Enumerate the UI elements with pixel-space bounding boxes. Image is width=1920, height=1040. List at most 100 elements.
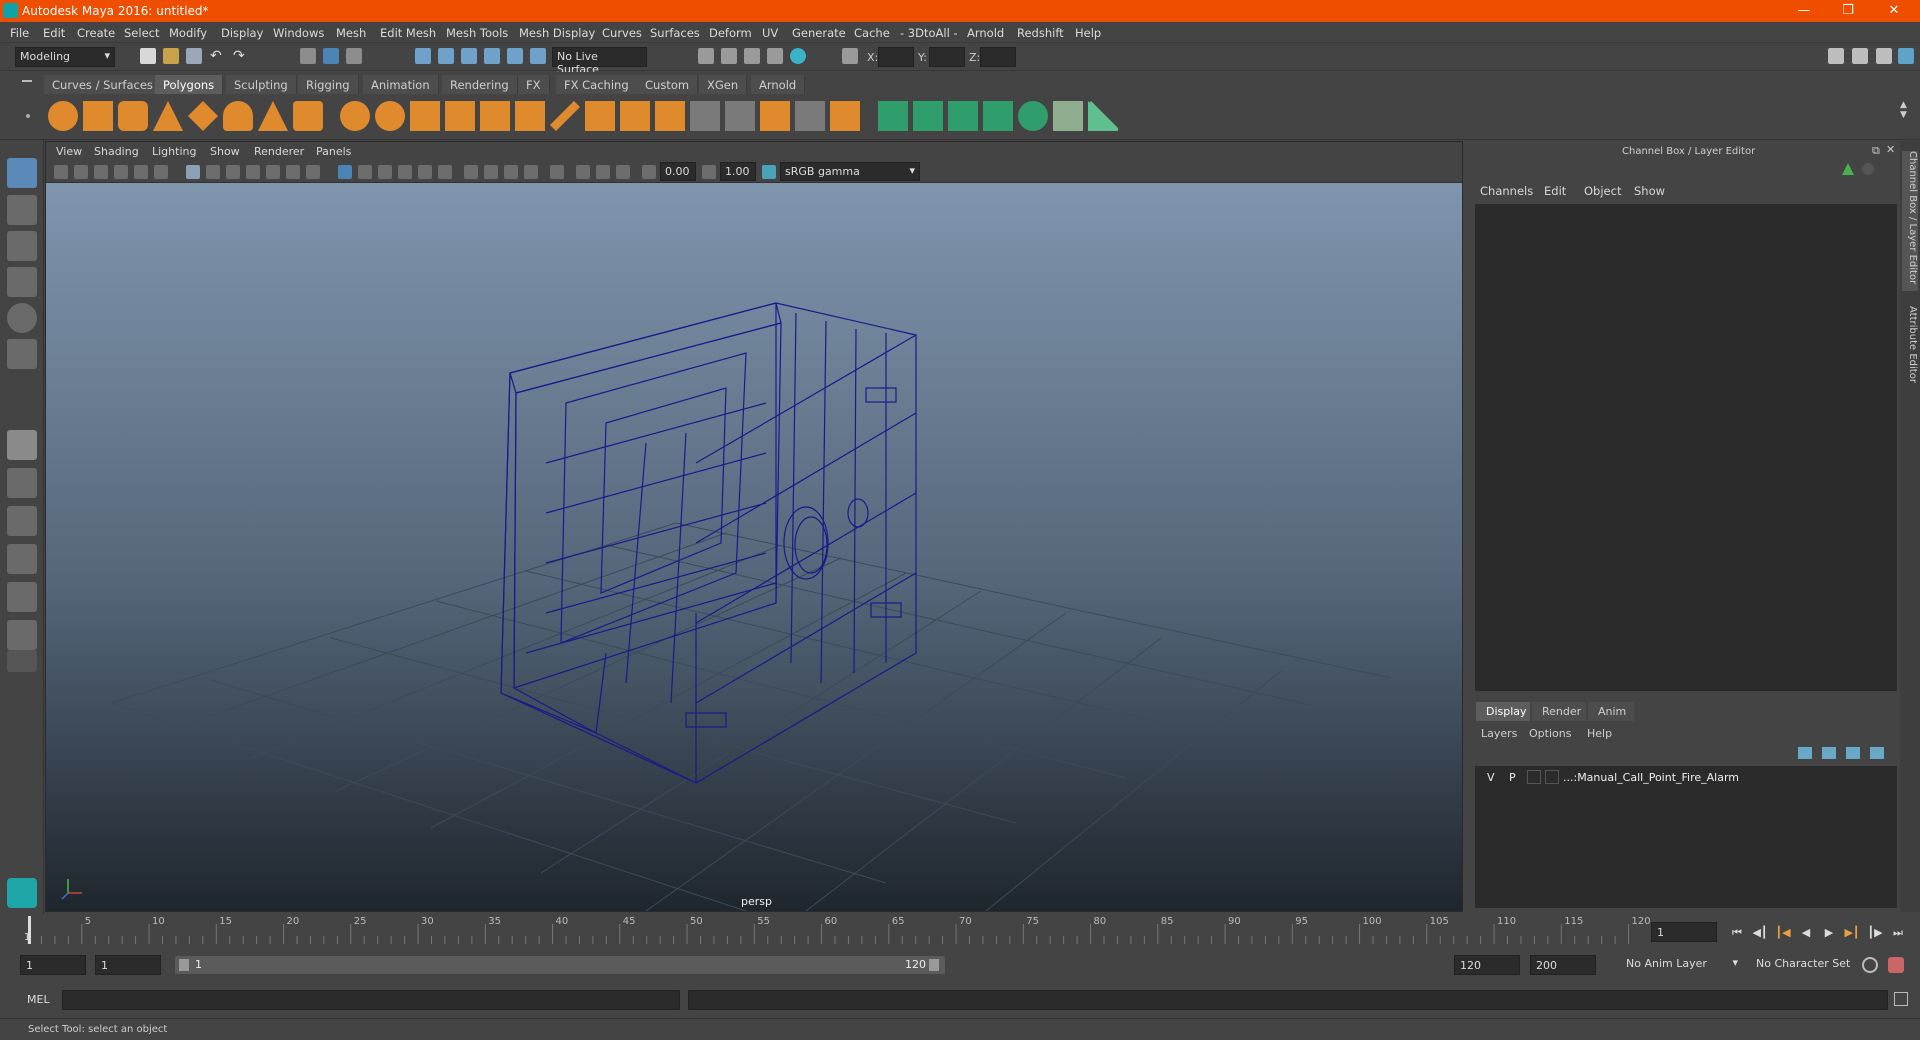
character-set-dropdown[interactable]: No Character Set xyxy=(1752,955,1872,975)
channel-box-settings-icon[interactable] xyxy=(1862,163,1874,175)
playback-end-field[interactable]: 120 xyxy=(1454,955,1520,975)
shelf-gear-icon[interactable] xyxy=(26,114,30,118)
four-view-layout-icon[interactable] xyxy=(7,468,37,498)
move-tool-icon[interactable] xyxy=(7,267,37,297)
uv-editor-icon[interactable] xyxy=(1053,101,1083,131)
menu-3dtoall[interactable]: - 3DtoAll - xyxy=(900,26,958,40)
depth-of-field-icon[interactable] xyxy=(524,165,538,179)
layer-tab-display[interactable]: Display xyxy=(1476,702,1530,721)
select-camera-icon[interactable] xyxy=(54,165,68,179)
grease-pencil-icon[interactable] xyxy=(154,165,168,179)
toolbox-collapse-button[interactable] xyxy=(7,650,37,672)
persp-graph-layout-icon[interactable] xyxy=(7,544,37,574)
bevel-icon[interactable] xyxy=(515,101,545,131)
layer-row[interactable]: V P ...:Manual_Call_Point_Fire_Alarm xyxy=(1475,768,1897,786)
extract-icon[interactable] xyxy=(410,101,440,131)
tab-arnold[interactable]: Arnold xyxy=(751,75,806,94)
gamma-icon[interactable] xyxy=(702,165,716,179)
viewport-menu-renderer[interactable]: Renderer xyxy=(254,145,304,158)
tab-sculpting[interactable]: Sculpting xyxy=(226,75,297,94)
film-gate-icon[interactable] xyxy=(206,165,220,179)
minimize-icon[interactable]: — xyxy=(1782,0,1826,22)
isolate-select-icon[interactable] xyxy=(550,165,564,179)
multi-cut-icon[interactable] xyxy=(725,101,755,131)
single-perspective-layout-icon[interactable] xyxy=(7,430,37,460)
grid-toggle-icon[interactable] xyxy=(186,165,200,179)
toggle-channel-box-icon[interactable] xyxy=(1898,48,1914,64)
textured-icon[interactable] xyxy=(398,165,412,179)
viewport-menu-shading[interactable]: Shading xyxy=(94,145,139,158)
toggle-tool-settings-icon[interactable] xyxy=(1876,48,1892,64)
menu-mesh-tools[interactable]: Mesh Tools xyxy=(446,26,508,40)
transform-constraint-icon[interactable] xyxy=(842,48,858,64)
viewport-menu-view[interactable]: View xyxy=(56,145,82,158)
snap-point-icon[interactable] xyxy=(461,48,477,64)
persp-hypershade-layout-icon[interactable] xyxy=(7,582,37,612)
lasso-tool-icon[interactable] xyxy=(7,195,37,225)
go-to-start-icon[interactable]: ⏮ xyxy=(1729,926,1745,940)
exposure-icon[interactable] xyxy=(642,165,656,179)
menu-arnold[interactable]: Arnold xyxy=(967,26,1004,40)
step-back-key-icon[interactable]: ◀┃ xyxy=(1752,926,1768,940)
render-view-icon[interactable] xyxy=(767,48,783,64)
wireframe-icon[interactable] xyxy=(338,165,352,179)
menu-uv[interactable]: UV xyxy=(762,26,778,40)
step-back-frame-icon[interactable]: ┃◀ xyxy=(1775,926,1791,940)
camera-attributes-icon[interactable] xyxy=(74,165,88,179)
y-coord-field[interactable] xyxy=(929,47,965,67)
menu-modify[interactable]: Modify xyxy=(169,26,207,40)
tab-curves-surfaces[interactable]: Curves / Surfaces xyxy=(44,75,162,94)
menu-windows[interactable]: Windows xyxy=(273,26,324,40)
persp-outliner-layout-icon[interactable] xyxy=(7,506,37,536)
uv-planar-icon[interactable] xyxy=(878,101,908,131)
layer-tab-render[interactable]: Render xyxy=(1532,702,1586,721)
current-frame-field[interactable]: 1 xyxy=(1651,922,1717,942)
workspace-dropdown[interactable]: Modeling ▾ xyxy=(15,47,115,67)
gate-mask-icon[interactable] xyxy=(246,165,260,179)
color-management-icon[interactable] xyxy=(762,165,776,179)
view-transform-dropdown[interactable]: sRGB gamma ▾ xyxy=(780,162,920,181)
paint-select-tool-icon[interactable] xyxy=(7,231,37,261)
current-time-marker[interactable] xyxy=(28,916,31,944)
viewport-menu-panels[interactable]: Panels xyxy=(316,145,351,158)
close-panel-icon[interactable]: ✕ xyxy=(1886,143,1895,156)
fill-hole-icon[interactable] xyxy=(655,101,685,131)
exposure-field[interactable]: 0.00 xyxy=(660,162,696,181)
menu-file[interactable]: File xyxy=(10,26,29,40)
redo-icon[interactable]: ↷ xyxy=(233,48,249,64)
play-forward-icon[interactable]: ▶ xyxy=(1821,926,1837,940)
select-tool-icon[interactable] xyxy=(7,158,37,188)
z-coord-field[interactable] xyxy=(980,47,1016,67)
target-weld-icon[interactable] xyxy=(760,101,790,131)
script-editor-icon[interactable] xyxy=(1894,992,1908,1006)
menu-help[interactable]: Help xyxy=(1075,26,1101,40)
animation-end-field[interactable]: 200 xyxy=(1530,955,1596,975)
select-component-icon[interactable] xyxy=(346,48,362,64)
menu-edit[interactable]: Edit xyxy=(43,26,65,40)
shelf-scroll-icon[interactable]: ▲ ▼ xyxy=(1900,100,1907,120)
hypershade-icon[interactable] xyxy=(790,48,806,64)
insert-edge-loop-icon[interactable] xyxy=(690,101,720,131)
shelf-menu-icon[interactable] xyxy=(22,80,32,82)
layer-help-menu[interactable]: Help xyxy=(1587,727,1612,740)
save-scene-icon[interactable] xyxy=(186,48,202,64)
menu-mesh-display[interactable]: Mesh Display xyxy=(519,26,595,40)
viewport-menu-show[interactable]: Show xyxy=(210,145,240,158)
menu-display[interactable]: Display xyxy=(221,26,263,40)
layer-tab-anim[interactable]: Anim xyxy=(1588,702,1634,721)
smooth-icon[interactable] xyxy=(445,101,475,131)
layer-visibility-toggle[interactable]: V xyxy=(1487,771,1495,784)
perspective-scene[interactable]: persp xyxy=(46,183,1462,911)
append-icon[interactable] xyxy=(620,101,650,131)
snap-edge-icon[interactable] xyxy=(530,48,546,64)
xray-icon[interactable] xyxy=(576,165,590,179)
separate-icon[interactable] xyxy=(375,101,405,131)
render-settings-icon[interactable] xyxy=(698,48,714,64)
toggle-attribute-editor-icon[interactable] xyxy=(1852,48,1868,64)
create-layer-from-selected-icon[interactable] xyxy=(1870,747,1884,759)
channel-list-area[interactable] xyxy=(1475,204,1897,691)
tab-animation[interactable]: Animation xyxy=(363,75,439,94)
uv-auto-icon[interactable] xyxy=(983,101,1013,131)
tab-xgen[interactable]: XGen xyxy=(699,75,748,94)
smooth-shade-icon[interactable] xyxy=(358,165,372,179)
